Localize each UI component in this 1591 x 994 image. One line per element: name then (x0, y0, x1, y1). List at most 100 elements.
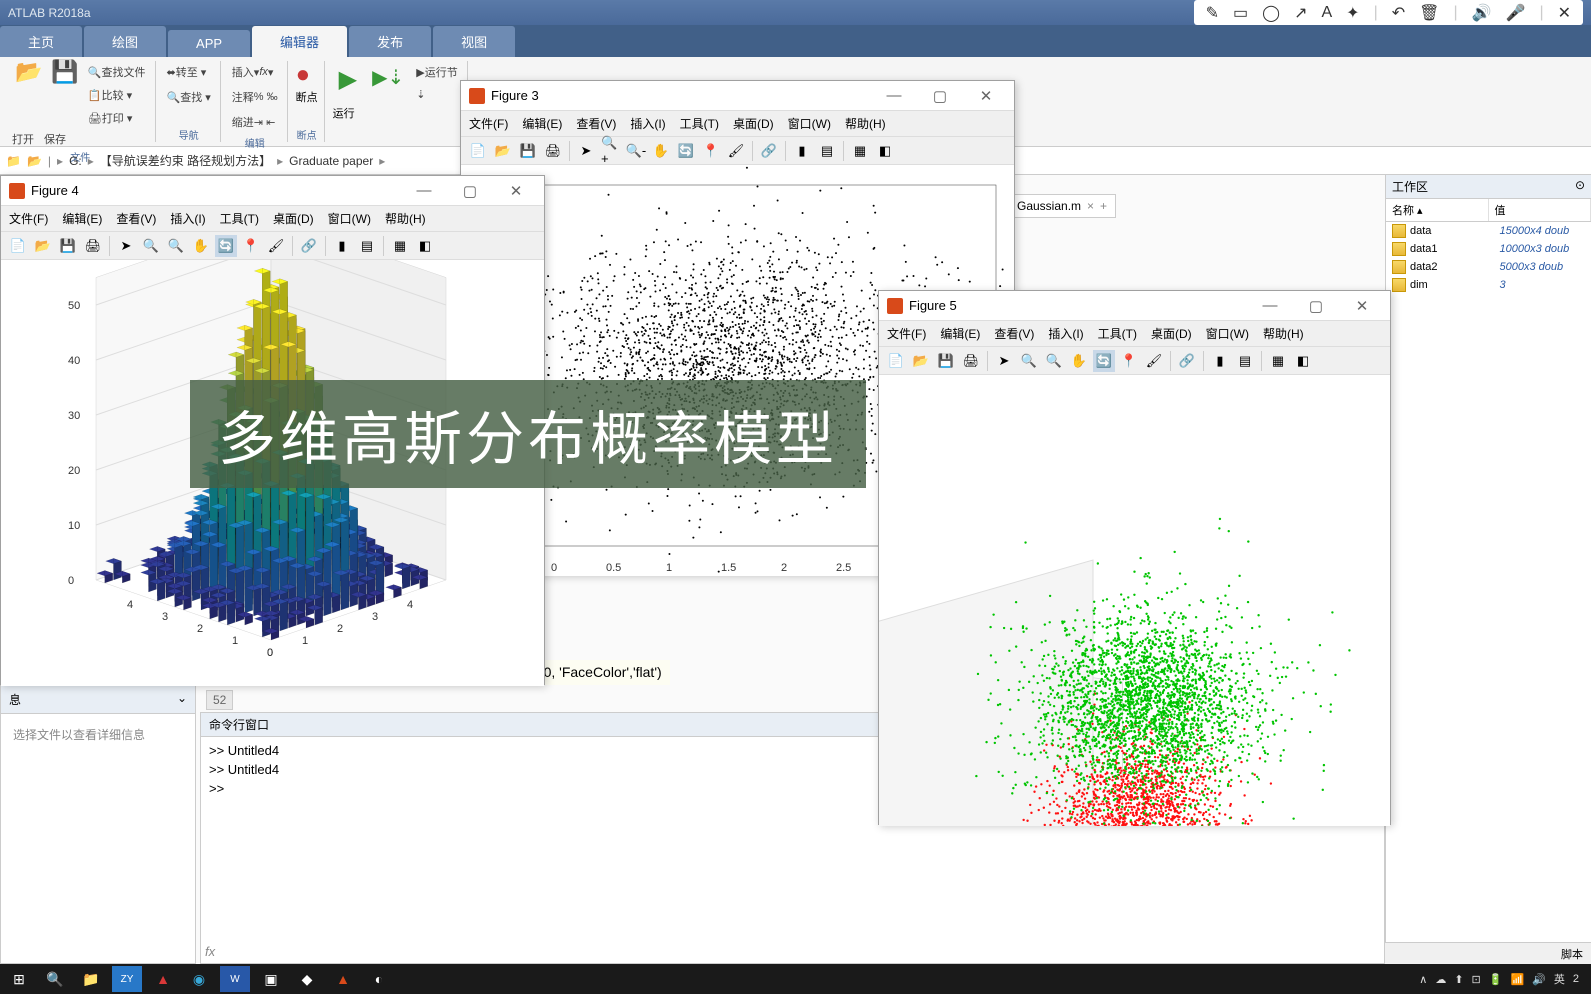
app-icon[interactable]: ◐ (364, 966, 394, 992)
new-icon[interactable]: 📄 (7, 235, 29, 257)
tab-publish[interactable]: 发布 (349, 26, 431, 57)
link-icon[interactable]: 🔗 (1176, 350, 1198, 372)
compare-button[interactable]: 📋 比较 ▾ (85, 84, 149, 106)
trash-icon[interactable]: 🗑 (1415, 3, 1443, 23)
save-button[interactable]: 💾 (48, 61, 81, 83)
menu-view[interactable]: 查看(V) (116, 210, 156, 227)
close-button[interactable]: ✕ (966, 87, 1006, 105)
close-button[interactable]: ✕ (496, 182, 536, 200)
rotate-icon[interactable]: 🔄 (1093, 350, 1115, 372)
brush-icon[interactable]: 🖌 (265, 235, 287, 257)
legend-icon[interactable]: ▤ (356, 235, 378, 257)
minimize-button[interactable]: — (404, 182, 444, 199)
panel-menu-icon[interactable]: ⊙ (1575, 178, 1585, 195)
save-icon[interactable]: 💾 (57, 235, 79, 257)
dock-icon[interactable]: ◧ (414, 235, 436, 257)
dock-icon[interactable]: ◧ (874, 140, 896, 162)
datacursor-icon[interactable]: 📍 (240, 235, 262, 257)
folder-up-icon[interactable]: 📂 (27, 154, 42, 168)
link-icon[interactable]: 🔗 (758, 140, 780, 162)
pdf-icon[interactable]: ▲ (148, 966, 178, 992)
pan-icon[interactable]: ✋ (650, 140, 672, 162)
legend-icon[interactable]: ▤ (816, 140, 838, 162)
goto-button[interactable]: ⬌ 转至 ▾ (164, 61, 210, 83)
rotate-icon[interactable]: 🔄 (675, 140, 697, 162)
save-icon[interactable]: 💾 (935, 350, 957, 372)
figure-5-axes[interactable]: -2-10123-2-10123-2-101234X轴Y轴Z轴 (879, 375, 1390, 826)
fx-icon[interactable]: fx (205, 944, 215, 959)
pan-icon[interactable]: ✋ (1068, 350, 1090, 372)
mic-icon[interactable]: 🎤 (1502, 3, 1530, 23)
print-icon[interactable]: 🖨 (82, 235, 104, 257)
app-icon[interactable]: ◆ (292, 966, 322, 992)
zoomin-icon[interactable]: 🔍+ (600, 140, 622, 162)
menu-help[interactable]: 帮助(H) (845, 115, 886, 132)
menu-file[interactable]: 文件(F) (887, 325, 926, 342)
save-icon[interactable]: 💾 (517, 140, 539, 162)
start-button[interactable]: ⊞ (4, 966, 34, 992)
ws-var-row[interactable]: data25000x3 doub (1386, 258, 1591, 276)
zoomout-icon[interactable]: 🔍- (625, 140, 647, 162)
menu-file[interactable]: 文件(F) (469, 115, 508, 132)
rect-icon[interactable]: ▭ (1229, 3, 1252, 23)
editor-file-tab[interactable]: Gaussian.m×+ (1008, 194, 1116, 218)
matlab-taskbar-icon[interactable]: ▲ (328, 966, 358, 992)
menu-help[interactable]: 帮助(H) (385, 210, 426, 227)
crumb-2[interactable]: Graduate paper (289, 154, 373, 168)
collapse-icon[interactable]: ⌄ (177, 691, 187, 708)
menu-insert[interactable]: 插入(I) (630, 115, 665, 132)
findfile-button[interactable]: 🔍 查找文件 (85, 61, 149, 83)
link-icon[interactable]: 🔗 (298, 235, 320, 257)
rotate-icon[interactable]: 🔄 (215, 235, 237, 257)
menu-insert[interactable]: 插入(I) (170, 210, 205, 227)
datacursor-icon[interactable]: 📍 (1118, 350, 1140, 372)
menu-tools[interactable]: 工具(T) (1098, 325, 1137, 342)
menu-window[interactable]: 窗口(W) (788, 115, 831, 132)
find-button[interactable]: 🔍 查找 ▾ (164, 86, 214, 108)
ws-var-row[interactable]: dim3 (1386, 276, 1591, 294)
tab-plot[interactable]: 绘图 (84, 26, 166, 57)
colorbar-icon[interactable]: ▮ (791, 140, 813, 162)
close-icon[interactable]: ✕ (1554, 3, 1575, 23)
tab-editor[interactable]: 编辑器 (252, 26, 347, 57)
maximize-button[interactable]: ▢ (920, 87, 960, 105)
menu-window[interactable]: 窗口(W) (1206, 325, 1249, 342)
crumb-drive[interactable]: G: (69, 154, 82, 168)
layout-icon[interactable]: ▦ (389, 235, 411, 257)
comment-button[interactable]: 注释 % ‰ (229, 86, 281, 108)
layout-icon[interactable]: ▦ (849, 140, 871, 162)
open-icon[interactable]: 📂 (910, 350, 932, 372)
new-icon[interactable]: 📄 (885, 350, 907, 372)
open-icon[interactable]: 📂 (32, 235, 54, 257)
menu-tools[interactable]: 工具(T) (220, 210, 259, 227)
crumb-1[interactable]: 【导航误差约束 路径规划方法】 (100, 152, 271, 169)
datacursor-icon[interactable]: 📍 (700, 140, 722, 162)
menu-view[interactable]: 查看(V) (576, 115, 616, 132)
undo-icon[interactable]: ↶ (1388, 3, 1409, 23)
brush-icon[interactable]: 🖌 (725, 140, 747, 162)
breakpoint-label[interactable]: 断点 (296, 89, 318, 105)
edge-icon[interactable]: ◉ (184, 966, 214, 992)
pointer-icon[interactable]: ➤ (575, 140, 597, 162)
open-button[interactable]: 📂 (12, 61, 45, 83)
print-icon[interactable]: 🖨 (960, 350, 982, 372)
indent-button[interactable]: 缩进 ⇥ ⇤ (229, 111, 279, 133)
menu-window[interactable]: 窗口(W) (328, 210, 371, 227)
pointer-icon[interactable]: ➤ (115, 235, 137, 257)
runsection-button[interactable]: ▶ 运行节 (413, 61, 460, 83)
tab-app[interactable]: APP (168, 30, 250, 57)
menu-desktop[interactable]: 桌面(D) (273, 210, 314, 227)
advance-button[interactable]: ⇣ (413, 83, 460, 105)
zoomout-icon[interactable]: 🔍 (165, 235, 187, 257)
figure-5-window[interactable]: Figure 5 — ▢ ✕ 文件(F) 编辑(E) 查看(V) 插入(I) 工… (878, 290, 1391, 825)
maximize-button[interactable]: ▢ (450, 182, 490, 200)
search-button[interactable]: 🔍 (40, 966, 70, 992)
ws-var-row[interactable]: data110000x3 doub (1386, 240, 1591, 258)
maximize-button[interactable]: ▢ (1296, 297, 1336, 315)
close-button[interactable]: ✕ (1342, 297, 1382, 315)
explorer-icon[interactable]: 📁 (76, 966, 106, 992)
print-icon[interactable]: 🖨 (542, 140, 564, 162)
menu-edit[interactable]: 编辑(E) (522, 115, 562, 132)
arrow-icon[interactable]: ↗ (1290, 3, 1311, 23)
word-icon[interactable]: W (220, 966, 250, 992)
